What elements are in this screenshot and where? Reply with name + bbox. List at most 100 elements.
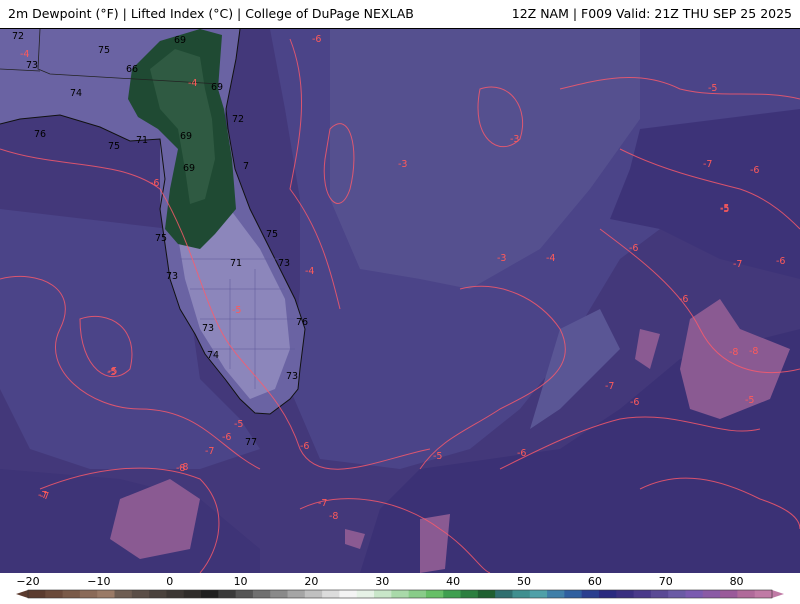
dewpoint-label: 71 xyxy=(136,135,148,146)
colorbar-tick-label: 80 xyxy=(730,575,744,588)
dewpoint-label: 69 xyxy=(211,82,223,93)
lifted-index-label: -6 xyxy=(679,294,688,305)
colorbar-segment xyxy=(374,590,392,598)
lifted-index-label: -5 xyxy=(234,419,243,430)
colorbar-tick-label: 50 xyxy=(517,575,531,588)
dewpoint-label: 75 xyxy=(266,229,278,240)
colorbar-segment xyxy=(443,590,462,598)
dewpoint-label: 72 xyxy=(232,114,244,125)
lifted-index-label: -6 xyxy=(312,34,321,45)
model-run-info: 12Z NAM | F009 Valid: 21Z THU SEP 25 202… xyxy=(511,6,792,21)
lifted-index-label: -7 xyxy=(205,446,214,457)
lifted-index-label: -6 xyxy=(150,178,159,189)
colorbar-min-arrow xyxy=(16,590,28,598)
colorbar-tick-label: 40 xyxy=(446,575,460,588)
colorbar-segment xyxy=(62,590,81,598)
lifted-index-label: -6 xyxy=(630,397,639,408)
colorbar-segment xyxy=(322,590,340,598)
colorbar-tick-label: −10 xyxy=(87,575,110,588)
weather-map: 72 71 75 73 74 76 69 66 69 72 71 69 7 75… xyxy=(0,29,800,573)
lifted-index-label: -6 xyxy=(222,432,231,443)
dewpoint-label: 74 xyxy=(207,350,219,361)
lifted-index-label: -6 xyxy=(629,243,638,254)
dewpoint-label: 71 xyxy=(230,258,242,269)
colorbar-segment xyxy=(598,590,617,598)
colorbar-segment xyxy=(391,590,410,598)
colorbar-segment xyxy=(218,590,237,598)
lifted-index-label: -7 xyxy=(40,491,49,502)
colorbar-segment xyxy=(201,590,219,598)
colorbar-segment xyxy=(633,590,652,598)
lifted-index-label: -8 xyxy=(729,347,738,358)
dewpoint-label: 77 xyxy=(245,437,257,448)
lifted-index-label: -3 xyxy=(398,159,407,170)
colorbar-tick-label: 20 xyxy=(304,575,318,588)
colorbar-segment xyxy=(45,590,64,598)
dewpoint-label: 69 xyxy=(180,131,192,142)
lifted-index-label: -5 xyxy=(107,367,116,378)
colorbar-segment xyxy=(702,590,721,598)
lifted-index-label: -5 xyxy=(720,203,729,214)
lifted-index-label: -8 xyxy=(329,511,338,522)
lifted-index-label: -6 xyxy=(300,441,309,452)
colorbar-segment xyxy=(304,590,323,598)
lifted-index-label: -3 xyxy=(497,253,506,264)
dewpoint-label: 73 xyxy=(286,371,298,382)
colorbar-segment xyxy=(668,590,686,598)
dewpoint-label: 75 xyxy=(155,233,167,244)
lifted-index-label: -5 xyxy=(745,395,754,406)
lifted-index-label: -6 xyxy=(750,165,759,176)
lifted-index-label: -8 xyxy=(179,462,188,473)
colorbar-scale: −20 −10 0 10 20 30 40 50 60 70 80 xyxy=(16,575,784,599)
colorbar-segment xyxy=(477,590,496,598)
dewpoint-label: 73 xyxy=(202,323,214,334)
colorbar-segment xyxy=(425,590,444,598)
colorbar-tick-label: −20 xyxy=(16,575,39,588)
colorbar-max-arrow xyxy=(772,590,784,598)
colorbar-tick-label: 70 xyxy=(659,575,673,588)
dewpoint-label: 71 xyxy=(78,29,90,30)
colorbar-segment xyxy=(339,590,358,598)
colorbar-segment xyxy=(408,590,427,598)
colorbar-segment xyxy=(166,590,185,598)
dewpoint-label: 75 xyxy=(98,45,110,56)
colorbar-segment xyxy=(97,590,116,598)
colorbar-segment xyxy=(564,590,583,598)
colorbar-tick-label: 60 xyxy=(588,575,602,588)
dewpoint-label: 72 xyxy=(12,31,24,42)
dewpoint-label: 76 xyxy=(296,317,308,328)
dewpoint-label: 74 xyxy=(70,88,82,99)
colorbar-segment xyxy=(79,590,98,598)
lifted-index-label: -7 xyxy=(733,259,742,270)
dewpoint-label: 69 xyxy=(183,163,195,174)
colorbar-segment xyxy=(685,590,704,598)
colorbar-segment xyxy=(720,590,738,598)
dewpoint-label: 7 xyxy=(243,161,249,172)
colorbar-segment xyxy=(460,590,479,598)
lifted-index-label: -5 xyxy=(708,83,717,94)
colorbar-segment xyxy=(650,590,669,598)
colorbar-segment xyxy=(149,590,167,598)
colorbar-segment xyxy=(252,590,271,598)
lifted-index-label: -7 xyxy=(605,381,614,392)
lifted-index-label: -4 xyxy=(188,78,197,89)
dewpoint-label: 73 xyxy=(166,271,178,282)
lifted-index-label: -8 xyxy=(749,346,758,357)
colorbar-segment xyxy=(114,590,133,598)
lifted-index-label: -5 xyxy=(433,451,442,462)
colorbar-segment xyxy=(495,590,513,598)
lifted-index-label: -4 xyxy=(546,253,555,264)
dewpoint-label: 73 xyxy=(26,60,38,71)
lifted-index-label: -6 xyxy=(776,256,785,267)
colorbar: −20 −10 0 10 20 30 40 50 60 70 80 xyxy=(0,573,800,600)
colorbar-segment xyxy=(581,590,600,598)
lifted-index-label: -7 xyxy=(318,498,327,509)
colorbar-segment xyxy=(737,590,756,598)
colorbar-segment xyxy=(356,590,375,598)
colorbar-segment xyxy=(287,590,306,598)
colorbar-segment xyxy=(270,590,289,598)
lifted-index-label: -5 xyxy=(232,305,241,316)
lifted-index-label: -3 xyxy=(510,134,519,145)
colorbar-segment xyxy=(616,590,635,598)
lifted-index-label: -7 xyxy=(703,159,712,170)
